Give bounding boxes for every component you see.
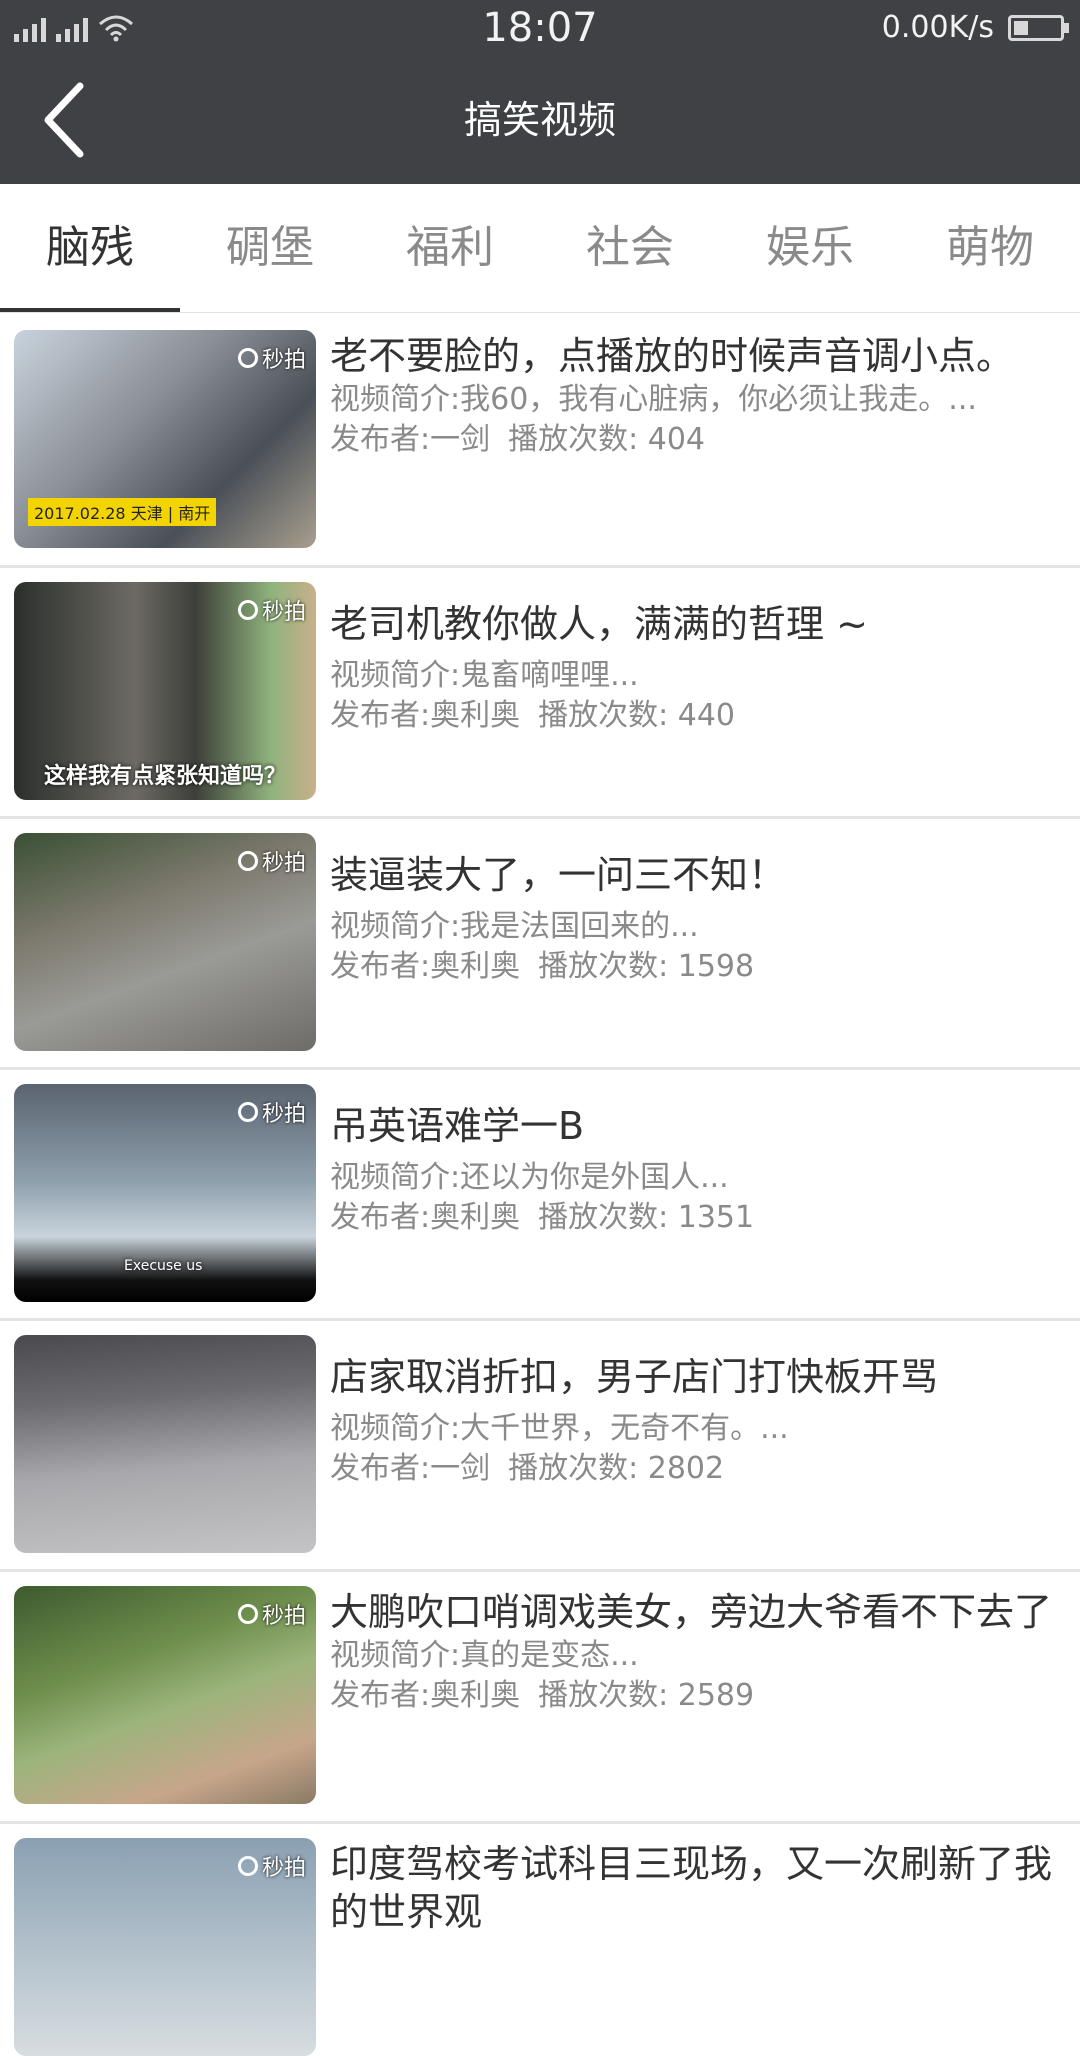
video-meta: 发布者:奥利奥 播放次数: 2589 bbox=[330, 1676, 1078, 1716]
miaopai-logo: 秒拍 bbox=[237, 1096, 306, 1128]
page-title: 搞笑视频 bbox=[463, 98, 616, 142]
tab-diaobao[interactable]: 碉堡 bbox=[180, 184, 360, 312]
video-meta: 发布者:奥利奥 播放次数: 440 bbox=[330, 696, 1078, 736]
video-title: 吊英语难学一B bbox=[330, 1104, 585, 1148]
video-info: 装逼装大了，一问三不知！ 视频简介:我是法国回来的... 发布者:奥利奥 播放次数… bbox=[330, 851, 1078, 987]
video-item[interactable]: 秒拍 这样我有点紧张知道吗？ 老司机教你做人，满满的哲理 ~ 视频简介:鬼畜嘀哩… bbox=[0, 568, 1080, 819]
video-title: 大鹏吹口哨调戏美女，旁边大爷看不下去了 bbox=[330, 1590, 1053, 1634]
video-plays: 播放次数: 2589 bbox=[538, 1678, 755, 1713]
video-plays: 播放次数: 2802 bbox=[508, 1451, 725, 1486]
video-plays: 播放次数: 1598 bbox=[538, 949, 755, 984]
thumb-caption: 2017.02.28 天津 | 南开 bbox=[28, 498, 217, 526]
video-desc: 视频简介:我60，我有心脏病，你必须让我走。... bbox=[330, 382, 977, 417]
title-bar: 搞笑视频 bbox=[0, 56, 1080, 184]
video-thumbnail: 秒拍 Execuse us bbox=[14, 1084, 316, 1302]
status-bar: 18:07 0.00K/s bbox=[0, 0, 1080, 56]
video-meta: 发布者:奥利奥 播放次数: 1351 bbox=[330, 1198, 1078, 1238]
miaopai-logo: 秒拍 bbox=[237, 1850, 306, 1882]
tab-shehui[interactable]: 社会 bbox=[540, 184, 720, 312]
video-thumbnail: 秒拍 bbox=[14, 1586, 316, 1804]
video-title: 装逼装大了，一问三不知！ bbox=[330, 853, 787, 897]
video-publisher: 发布者:奥利奥 bbox=[330, 949, 521, 984]
category-tabs: 脑残 碉堡 福利 社会 娱乐 萌物 bbox=[0, 184, 1080, 313]
video-item[interactable]: 秒拍 印度驾校考试科目三现场，又一次刷新了我的世界观 bbox=[0, 1824, 1080, 2056]
video-desc: 视频简介:还以为你是外国人... bbox=[330, 1160, 729, 1195]
video-thumbnail: 秒拍 bbox=[14, 1838, 316, 2056]
tab-naocan[interactable]: 脑残 bbox=[0, 184, 180, 312]
video-thumbnail bbox=[14, 1335, 316, 1553]
miaopai-logo: 秒拍 bbox=[237, 342, 306, 374]
video-info: 印度驾校考试科目三现场，又一次刷新了我的世界观 bbox=[330, 1840, 1078, 1976]
video-title: 老司机教你做人，满满的哲理 ~ bbox=[330, 602, 868, 646]
video-meta: 发布者:一剑 播放次数: 404 bbox=[330, 420, 1078, 460]
tab-mengwu[interactable]: 萌物 bbox=[900, 184, 1080, 312]
video-info: 大鹏吹口哨调戏美女，旁边大爷看不下去了 视频简介:真的是变态... 发布者:奥利… bbox=[330, 1588, 1078, 1716]
video-list: 秒拍 2017.02.28 天津 | 南开 老不要脸的，点播放的时候声音调小点。… bbox=[0, 316, 1080, 2056]
video-title: 老不要脸的，点播放的时候声音调小点。 bbox=[330, 334, 1015, 378]
video-item[interactable]: 秒拍 Execuse us 吊英语难学一B 视频简介:还以为你是外国人... 发… bbox=[0, 1070, 1080, 1321]
miaopai-logo: 秒拍 bbox=[237, 594, 306, 626]
video-thumbnail: 秒拍 这样我有点紧张知道吗？ bbox=[14, 582, 316, 800]
video-thumbnail: 秒拍 bbox=[14, 833, 316, 1051]
video-publisher: 发布者:奥利奥 bbox=[330, 698, 521, 733]
miaopai-logo: 秒拍 bbox=[237, 845, 306, 877]
video-thumbnail: 秒拍 2017.02.28 天津 | 南开 bbox=[14, 330, 316, 548]
video-item[interactable]: 店家取消折扣，男子店门打快板开骂 视频简介:大千世界，无奇不有。... 发布者:… bbox=[0, 1321, 1080, 1572]
thumb-subtitle: 这样我有点紧张知道吗？ bbox=[44, 764, 287, 789]
video-meta: 发布者:一剑 播放次数: 2802 bbox=[330, 1449, 1078, 1489]
video-item[interactable]: 秒拍 装逼装大了，一问三不知！ 视频简介:我是法国回来的... 发布者:奥利奥播… bbox=[0, 819, 1080, 1070]
video-plays: 播放次数: 404 bbox=[508, 422, 706, 457]
status-right: 0.00K/s bbox=[881, 8, 1069, 48]
video-item[interactable]: 秒拍 大鹏吹口哨调戏美女，旁边大爷看不下去了 视频简介:真的是变态... 发布者… bbox=[0, 1572, 1080, 1824]
battery-icon bbox=[1008, 15, 1069, 41]
video-info: 店家取消折扣，男子店门打快板开骂 视频简介:大千世界，无奇不有。... 发布者:… bbox=[330, 1353, 1078, 1489]
video-desc: 视频简介:我是法国回来的... bbox=[330, 909, 699, 944]
video-title: 店家取消折扣，男子店门打快板开骂 bbox=[330, 1355, 939, 1399]
video-desc: 视频简介:鬼畜嘀哩哩... bbox=[330, 658, 639, 693]
video-meta: 发布者:奥利奥 播放次数: 1598 bbox=[330, 947, 1078, 987]
video-publisher: 发布者:一剑 bbox=[330, 1451, 491, 1486]
video-info: 老司机教你做人，满满的哲理 ~ 视频简介:鬼畜嘀哩哩... 发布者:奥利奥 播放次… bbox=[330, 600, 1078, 736]
miaopai-logo: 秒拍 bbox=[237, 1598, 306, 1630]
video-publisher: 发布者:奥利奥 bbox=[330, 1678, 521, 1713]
net-speed: 0.00K/s bbox=[881, 10, 994, 45]
video-desc: 视频简介:大千世界，无奇不有。... bbox=[330, 1411, 789, 1446]
video-plays: 播放次数: 440 bbox=[538, 698, 736, 733]
video-item[interactable]: 秒拍 2017.02.28 天津 | 南开 老不要脸的，点播放的时候声音调小点。… bbox=[0, 316, 1080, 568]
thumb-subtitle: Execuse us bbox=[124, 1258, 203, 1274]
video-info: 老不要脸的，点播放的时候声音调小点。 视频简介:我60，我有心脏病，你必须让我走… bbox=[330, 332, 1078, 460]
tab-indicator bbox=[0, 308, 180, 312]
tab-fuli[interactable]: 福利 bbox=[360, 184, 540, 312]
video-plays: 播放次数: 1351 bbox=[538, 1200, 755, 1235]
video-info: 吊英语难学一B 视频简介:还以为你是外国人... 发布者:奥利奥 播放次数: 13… bbox=[330, 1102, 1078, 1238]
video-publisher: 发布者:一剑 bbox=[330, 422, 491, 457]
video-meta bbox=[330, 1936, 1078, 1976]
tab-yule[interactable]: 娱乐 bbox=[720, 184, 900, 312]
video-publisher: 发布者:奥利奥 bbox=[330, 1200, 521, 1235]
video-title: 印度驾校考试科目三现场，又一次刷新了我的世界观 bbox=[330, 1842, 1053, 1934]
video-desc: 视频简介:真的是变态... bbox=[330, 1638, 639, 1673]
